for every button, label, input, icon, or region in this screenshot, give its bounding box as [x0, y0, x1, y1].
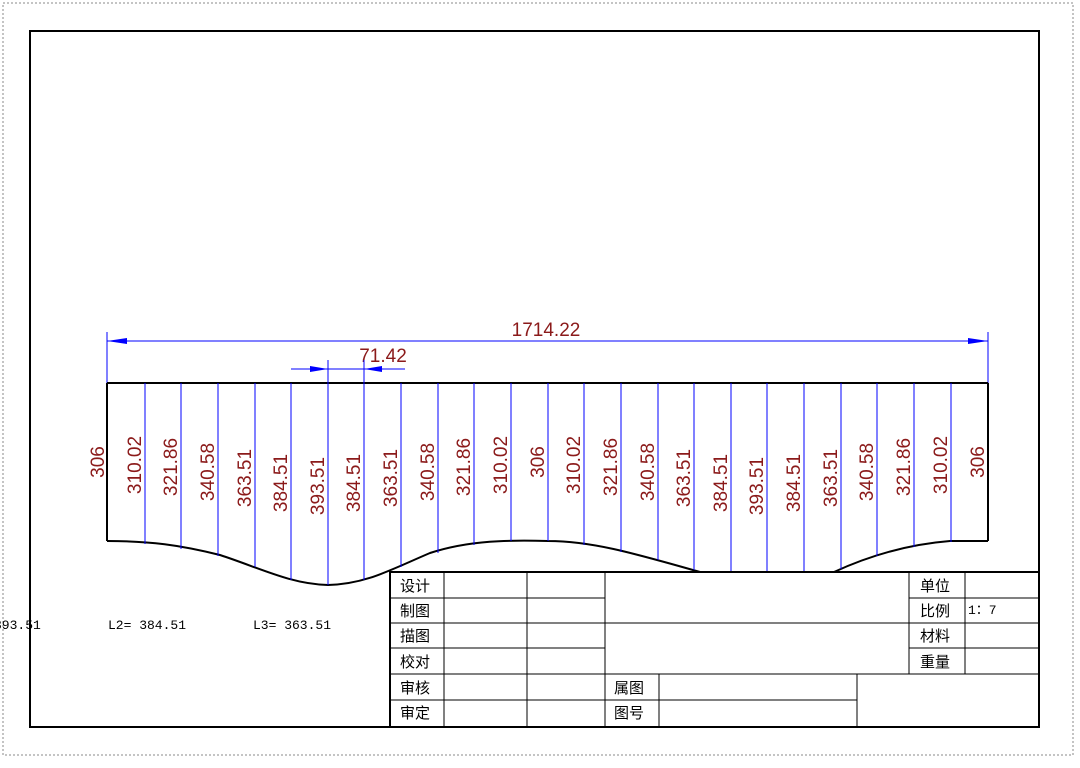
- note-l3: L3= 363.51: [253, 618, 331, 633]
- tb-label-trace: 描图: [400, 627, 430, 645]
- title-block: 设计 制图 描图 校对 审核 审定 单位 比例 材料 重量 1：7 属图 图号: [389, 571, 1040, 728]
- height-label: 384.51: [711, 454, 732, 512]
- height-label: 384.51: [271, 454, 292, 512]
- height-label: 363.51: [381, 449, 402, 507]
- tb-label-scale: 比例: [920, 602, 950, 620]
- height-label: 310.02: [491, 436, 512, 494]
- note-l2: L2= 384.51: [108, 618, 186, 633]
- height-label: 321.86: [454, 438, 475, 496]
- height-label: 306: [88, 446, 109, 478]
- arrow-left-icon: [107, 338, 127, 344]
- height-label: 363.51: [821, 449, 842, 507]
- notes: 393.51 L2= 384.51 L3= 363.51: [0, 618, 331, 633]
- height-label: 340.58: [638, 443, 659, 501]
- tb-label-review: 审核: [400, 679, 430, 697]
- height-label: 363.51: [235, 449, 256, 507]
- height-label: 363.51: [674, 449, 695, 507]
- note-l1: 393.51: [0, 618, 41, 633]
- tb-scale-value: 1：7: [968, 603, 997, 618]
- overall-width-label: 1714.22: [512, 320, 581, 341]
- height-label: 306: [528, 446, 549, 478]
- height-label: 321.86: [601, 438, 622, 496]
- height-label: 321.86: [161, 438, 182, 496]
- height-label: 340.58: [198, 443, 219, 501]
- tb-label-drawing-no: 图号: [614, 704, 644, 722]
- tb-label-belongs: 属图: [614, 679, 644, 697]
- arrow-right-icon: [968, 338, 988, 344]
- tb-label-check: 校对: [400, 653, 430, 671]
- tb-label-draw: 制图: [400, 602, 430, 620]
- segment-dimension: 71.42: [291, 346, 407, 372]
- profile-curve: [833, 540, 988, 573]
- tb-label-unit: 单位: [920, 577, 950, 595]
- height-label: 384.51: [784, 454, 805, 512]
- drawing-sheet: 1714.22 71.42 306 310.02 321.86 340.58 3…: [0, 2, 1074, 756]
- tb-label-material: 材料: [920, 627, 950, 645]
- height-labels: 306 310.02 321.86 340.58 363.51 384.51 3…: [88, 436, 989, 515]
- height-label: 384.51: [344, 454, 365, 512]
- height-label: 340.58: [418, 443, 439, 501]
- height-label: 393.51: [308, 457, 329, 515]
- height-label: 340.58: [857, 443, 878, 501]
- arrow-right-icon: [310, 366, 328, 372]
- tb-label-approve: 审定: [400, 704, 430, 722]
- height-label: 393.51: [747, 457, 768, 515]
- tb-label-weight: 重量: [920, 653, 950, 671]
- height-label: 321.86: [894, 438, 915, 496]
- height-label: 310.02: [125, 436, 146, 494]
- tb-label-design: 设计: [400, 577, 430, 595]
- height-label: 310.02: [564, 436, 585, 494]
- height-label: 306: [968, 446, 989, 478]
- segment-width-label: 71.42: [359, 346, 407, 367]
- overall-dimension: 1714.22: [106, 320, 989, 383]
- height-label: 310.02: [931, 436, 952, 494]
